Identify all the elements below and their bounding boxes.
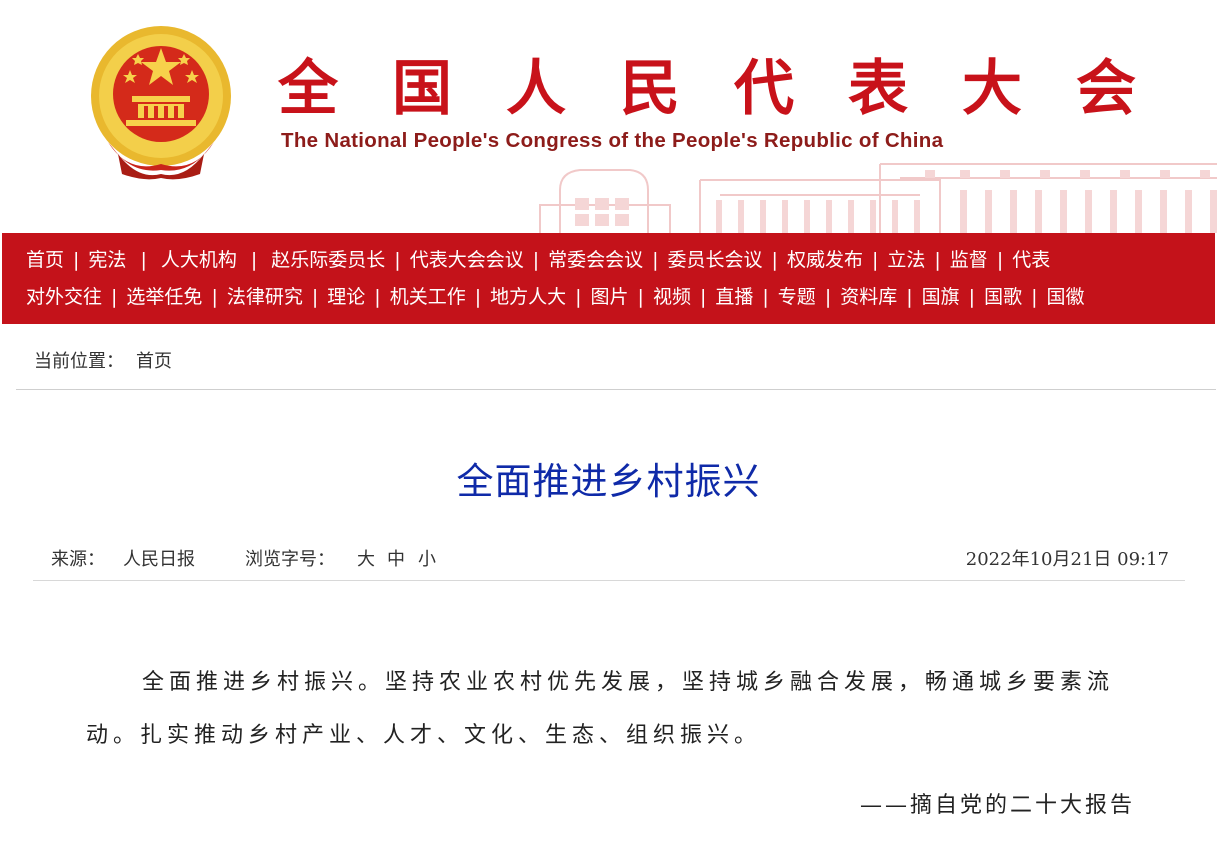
nav-row-secondary: 对外交往 | 选举任免 | 法律研究 | 理论 | 机关工作 | 地方人大 | … xyxy=(26,279,1085,315)
nav-item-supervision[interactable]: 监督 xyxy=(950,242,988,278)
nav-separator: | xyxy=(73,249,80,271)
nav-separator: | xyxy=(250,249,258,271)
nav-item-legal-research[interactable]: 法律研究 xyxy=(227,279,303,315)
nav-item-congress-sessions[interactable]: 代表大会会议 xyxy=(410,242,524,278)
font-size-label: 浏览字号： xyxy=(245,549,335,570)
nav-separator: | xyxy=(474,286,482,308)
nav-item-chairman[interactable]: 赵乐际委员长 xyxy=(271,242,385,278)
nav-separator: | xyxy=(824,286,832,308)
nav-separator: | xyxy=(637,286,644,308)
nav-item-constitution[interactable]: 宪法 xyxy=(88,242,126,278)
nav-item-video[interactable]: 视频 xyxy=(653,279,691,315)
nav-separator: | xyxy=(1031,286,1038,308)
nav-item-foreign-affairs[interactable]: 对外交往 xyxy=(26,279,102,315)
publish-datetime: 2022年10月21日 09:17 xyxy=(965,549,1169,570)
nav-separator: | xyxy=(394,249,401,271)
nav-item-deputies[interactable]: 代表 xyxy=(1012,242,1050,278)
main-navigation: 首页 | 宪法 | 人大机构 | 赵乐际委员长 | 代表大会会议 | 常委会会议… xyxy=(2,233,1215,324)
nav-separator: | xyxy=(968,286,976,308)
nav-separator: | xyxy=(575,286,582,308)
breadcrumb-label: 当前位置： xyxy=(34,351,124,372)
nav-separator: | xyxy=(311,286,319,308)
nav-item-chairmen-council[interactable]: 委员长会议 xyxy=(668,242,763,278)
breadcrumb: 当前位置： 首页 xyxy=(16,341,1216,390)
nav-separator: | xyxy=(140,249,147,271)
nav-item-theory[interactable]: 理论 xyxy=(327,279,365,315)
nav-item-local-congress[interactable]: 地方人大 xyxy=(490,279,566,315)
great-hall-illustration xyxy=(539,163,1217,233)
site-title: 全国人民代表大会 xyxy=(278,54,1190,124)
article-title: 全面推进乡村振兴 xyxy=(456,460,761,503)
nav-item-national-flag[interactable]: 国旗 xyxy=(922,279,960,315)
nav-separator: | xyxy=(871,249,879,271)
nav-item-legislation[interactable]: 立法 xyxy=(887,242,925,278)
article-signature: ——摘自党的二十大报告 xyxy=(859,793,1135,818)
article-meta: 来源： 人民日报 浏览字号： 大 中 小 2022年10月21日 09:17 xyxy=(33,540,1185,581)
font-size-large-button[interactable]: 大 xyxy=(357,540,375,580)
source-name: 人民日报 xyxy=(123,549,195,570)
nav-separator: | xyxy=(771,249,778,271)
font-size-small-button[interactable]: 小 xyxy=(418,540,436,580)
nav-item-national-emblem[interactable]: 国徽 xyxy=(1046,279,1084,315)
nav-separator: | xyxy=(996,249,1004,271)
nav-item-pictures[interactable]: 图片 xyxy=(591,279,629,315)
breadcrumb-home-link[interactable]: 首页 xyxy=(136,341,172,383)
nav-separator: | xyxy=(762,286,769,308)
nav-separator: | xyxy=(652,249,659,271)
site-subtitle: The National People's Congress of the Pe… xyxy=(281,129,944,152)
nav-separator: | xyxy=(934,249,941,271)
article-body: 全面推进乡村振兴。坚持农业农村优先发展，坚持城乡融合发展，畅通城乡要素流动。扎实… xyxy=(86,670,1115,748)
nav-separator: | xyxy=(699,286,707,308)
site-header: 全国人民代表大会 The National People's Congress … xyxy=(0,0,1217,233)
nav-row-primary: 首页 | 宪法 | 人大机构 | 赵乐际委员长 | 代表大会会议 | 常委会会议… xyxy=(26,242,1050,278)
nav-separator: | xyxy=(111,286,118,308)
nav-separator: | xyxy=(374,286,381,308)
nav-item-home[interactable]: 首页 xyxy=(26,242,64,278)
nav-item-national-anthem[interactable]: 国歌 xyxy=(984,279,1022,315)
font-size-medium-button[interactable]: 中 xyxy=(387,540,405,580)
nav-item-live[interactable]: 直播 xyxy=(715,279,753,315)
source-label: 来源： xyxy=(51,549,105,570)
nav-separator: | xyxy=(532,249,540,271)
nav-item-elections-appointments[interactable]: 选举任免 xyxy=(126,279,202,315)
national-emblem-icon xyxy=(91,26,231,180)
nav-item-database[interactable]: 资料库 xyxy=(840,279,897,315)
nav-item-npc-organs[interactable]: 人大机构 xyxy=(161,242,237,278)
nav-item-authoritative-release[interactable]: 权威发布 xyxy=(787,242,863,278)
nav-item-office-work[interactable]: 机关工作 xyxy=(390,279,466,315)
nav-separator: | xyxy=(906,286,913,308)
nav-item-topics[interactable]: 专题 xyxy=(778,279,816,315)
nav-item-standing-committee-sessions[interactable]: 常委会会议 xyxy=(548,242,643,278)
nav-separator: | xyxy=(211,286,218,308)
